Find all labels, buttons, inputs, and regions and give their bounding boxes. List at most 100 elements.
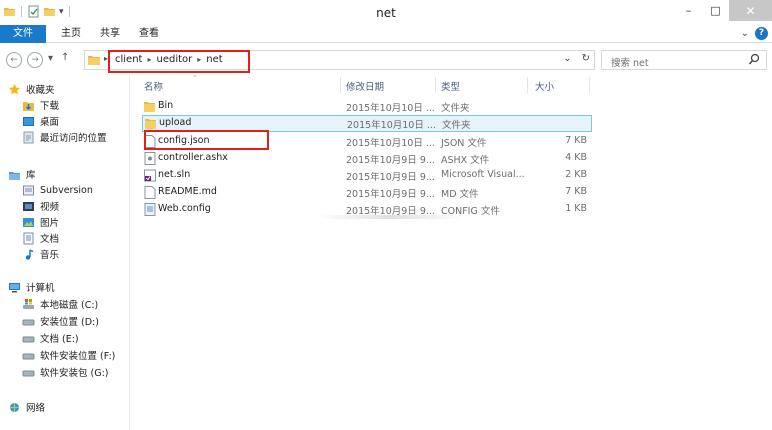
- column-divider[interactable]: [340, 77, 341, 93]
- file-size: 7 KB: [565, 135, 587, 146]
- address-controls: ⌄ ↻: [563, 53, 590, 64]
- file-date: 2015年10月10日 ...: [347, 120, 436, 131]
- chevron-right-icon[interactable]: ▸: [147, 55, 151, 64]
- library-item-videos[interactable]: 视频: [22, 198, 59, 214]
- library-item-pictures[interactable]: 图片: [22, 214, 59, 230]
- column-header-name[interactable]: 名称: [144, 79, 163, 93]
- tab-share[interactable]: 共享: [92, 25, 128, 43]
- library-item-label: 音乐: [40, 250, 60, 261]
- file-type: MD 文件: [441, 189, 479, 200]
- drive-item-label: 本地磁盘 (C:): [40, 300, 99, 311]
- chevron-right-icon[interactable]: ▸: [197, 55, 201, 64]
- drive-item-d[interactable]: 安装位置 (D:): [22, 313, 99, 329]
- file-type: 文件夹: [441, 103, 470, 114]
- navigation-pane: 收藏夹 下载 桌面 最近访问的位置 库 Subversion 视频 图片 文档 …: [0, 76, 130, 430]
- file-size: 4 KB: [565, 152, 587, 163]
- column-divider[interactable]: [527, 77, 528, 93]
- minimize-button[interactable]: –: [675, 0, 702, 21]
- computer-group[interactable]: 计算机: [8, 279, 55, 295]
- address-dropdown-icon[interactable]: ⌄: [563, 53, 571, 64]
- drive-item-label: 文档 (E:): [40, 334, 79, 345]
- title-bar: ▾ net – □ ✕: [0, 0, 772, 25]
- drive-item-g[interactable]: 软件安装包 (G:): [22, 364, 109, 380]
- search-box[interactable]: 搜索 net: [601, 50, 767, 70]
- drive-item-c[interactable]: 本地磁盘 (C:): [22, 296, 98, 312]
- subversion-library-icon: [22, 184, 36, 197]
- music-icon: [22, 248, 36, 261]
- library-item-subversion[interactable]: Subversion: [22, 182, 93, 198]
- maximize-button[interactable]: □: [702, 0, 729, 21]
- column-header-date[interactable]: 修改日期: [346, 79, 384, 93]
- breadcrumb-net[interactable]: net: [206, 54, 222, 65]
- file-name: Web.config: [158, 203, 211, 214]
- chevron-right-icon[interactable]: ▸: [104, 54, 108, 63]
- file-row-net-sln[interactable]: net.sln 2015年10月9日 9... Microsoft Visual…: [142, 167, 592, 184]
- favorites-item-desktop[interactable]: 桌面: [22, 113, 59, 129]
- blur-artifact: [316, 215, 466, 219]
- libraries-icon: [8, 168, 22, 181]
- favorites-item-downloads[interactable]: 下载: [22, 97, 59, 113]
- favorites-group[interactable]: 收藏夹: [8, 81, 55, 97]
- desktop-icon: [22, 115, 36, 128]
- file-name: net.sln: [158, 169, 191, 180]
- network-label: 网络: [26, 403, 46, 414]
- file-row-config-json[interactable]: config.json 2015年10月10日 ... JSON 文件 7 KB: [142, 133, 592, 150]
- windows-drive-icon: [22, 298, 36, 311]
- close-button[interactable]: ✕: [729, 0, 772, 21]
- favorites-item-recent-places[interactable]: 最近访问的位置: [22, 129, 107, 145]
- drive-item-e[interactable]: 文档 (E:): [22, 330, 79, 346]
- file-size: 2 KB: [565, 169, 587, 180]
- drive-item-label: 软件安装包 (G:): [40, 368, 109, 379]
- file-name: config.json: [158, 135, 210, 146]
- ashx-file-icon: [144, 152, 156, 165]
- chevron-down-icon[interactable]: ⌄: [741, 28, 749, 39]
- column-divider[interactable]: [435, 77, 436, 93]
- file-size: 1 KB: [565, 203, 587, 214]
- window-title: net: [376, 6, 396, 20]
- favorites-item-label: 最近访问的位置: [40, 133, 107, 144]
- breadcrumb-ueditor[interactable]: ueditor: [156, 54, 192, 65]
- forward-button[interactable]: →: [27, 52, 43, 68]
- file-row-bin[interactable]: Bin 2015年10月10日 ... 文件夹: [142, 98, 592, 115]
- library-item-documents[interactable]: 文档: [22, 230, 59, 246]
- file-date: 2015年10月10日 ...: [346, 138, 435, 149]
- file-row-upload[interactable]: upload 2015年10月10日 ... 文件夹: [142, 115, 592, 132]
- library-item-music[interactable]: 音乐: [22, 246, 59, 262]
- file-list-view: 名称 ⌃ 修改日期 类型 大小 Bin 2015年10月10日 ... 文件夹 …: [130, 74, 772, 430]
- up-arrow-icon[interactable]: ↑: [61, 52, 69, 63]
- drive-icon: [22, 349, 36, 362]
- refresh-icon[interactable]: ↻: [582, 53, 590, 64]
- library-item-label: 文档: [40, 234, 60, 245]
- libraries-group[interactable]: 库: [8, 166, 36, 182]
- file-date: 2015年10月9日 9...: [346, 172, 435, 183]
- arrow-right-icon: →: [31, 55, 39, 65]
- recent-locations-dropdown-icon[interactable]: ▾: [48, 53, 53, 64]
- favorites-item-label: 下载: [40, 101, 60, 112]
- help-icon[interactable]: ?: [755, 27, 768, 40]
- video-icon: [22, 200, 36, 213]
- arrow-left-icon: ←: [10, 55, 18, 65]
- column-header-type[interactable]: 类型: [441, 79, 460, 93]
- drive-item-f[interactable]: 软件安装位置 (F:): [22, 347, 115, 363]
- sort-caret-icon: ⌃: [192, 74, 198, 82]
- file-name: Bin: [158, 100, 174, 111]
- breadcrumb-client[interactable]: client: [115, 54, 142, 65]
- back-button[interactable]: ←: [6, 52, 22, 68]
- folder-icon: [144, 100, 156, 113]
- column-divider[interactable]: [589, 77, 590, 93]
- tab-home[interactable]: 主页: [53, 25, 89, 43]
- file-name: upload: [159, 117, 192, 128]
- file-date: 2015年10月9日 9...: [346, 155, 435, 166]
- tab-file[interactable]: 文件: [0, 25, 46, 43]
- network-group[interactable]: 网络: [8, 399, 45, 415]
- tab-view[interactable]: 查看: [131, 25, 167, 43]
- column-header-size[interactable]: 大小: [535, 79, 554, 93]
- file-row-controller-ashx[interactable]: controller.ashx 2015年10月9日 9... ASHX 文件 …: [142, 150, 592, 167]
- file-name: controller.ashx: [158, 152, 228, 163]
- search-icon[interactable]: [748, 53, 760, 67]
- recent-places-icon: [22, 131, 36, 144]
- file-row-readme-md[interactable]: README.md 2015年10月9日 9... MD 文件 7 KB: [142, 184, 592, 201]
- address-bar[interactable]: ▸ client ▸ ueditor ▸ net ⌄ ↻: [84, 50, 595, 70]
- document-icon: [144, 186, 156, 199]
- computer-label: 计算机: [26, 283, 55, 294]
